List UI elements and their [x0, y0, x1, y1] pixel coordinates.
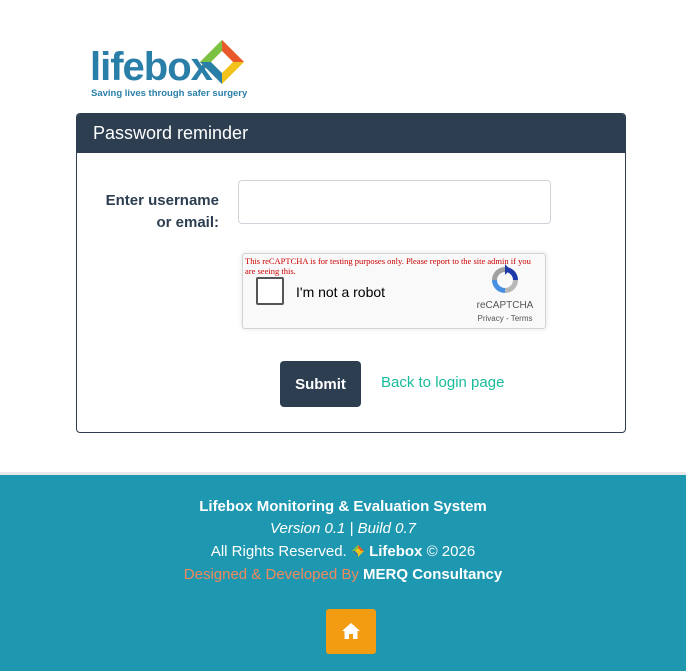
lifebox-logo[interactable]: lifebox Saving lives through safer surge…	[90, 38, 250, 100]
footer-rights: All Rights Reserved. Lifebox © 2026	[0, 542, 686, 562]
footer-credits: Designed & Developed By MERQ Consultancy	[0, 565, 686, 585]
lifebox-mini-logo-icon	[351, 545, 364, 557]
password-reminder-card: Password reminder Enter username or emai…	[76, 113, 626, 433]
username-email-input[interactable]	[238, 180, 551, 224]
page: lifebox Saving lives through safer surge…	[0, 0, 686, 671]
username-email-label: Enter username or email:	[105, 192, 219, 231]
recaptcha-widget: This reCAPTCHA is for testing purposes o…	[242, 253, 546, 329]
recaptcha-brand: reCAPTCHA	[476, 300, 534, 311]
recaptcha-logo-icon	[492, 264, 518, 293]
recaptcha-checkbox[interactable]	[256, 277, 284, 305]
back-to-login-link[interactable]: Back to login page	[381, 374, 504, 391]
footer-rights-brand: Lifebox	[369, 543, 423, 560]
logo-wordmark: lifebox	[90, 45, 213, 89]
footer-rights-prefix: All Rights Reserved.	[210, 543, 347, 560]
submit-button[interactable]: Submit	[280, 361, 361, 407]
footer-system-name: Lifebox Monitoring & Evaluation System	[199, 498, 487, 515]
logo-mark-icon	[200, 40, 244, 84]
footer-rights-suffix: © 2026	[426, 543, 476, 560]
footer-designer-link[interactable]: MERQ Consultancy	[363, 566, 502, 583]
footer-version: Version 0.1 | Build 0.7	[270, 520, 416, 537]
footer-designed-by: Designed & Developed By	[183, 566, 359, 583]
recaptcha-privacy-terms-links[interactable]: Privacy - Terms	[461, 314, 549, 323]
recaptcha-checkbox-label: I'm not a robot	[296, 284, 386, 300]
footer: Lifebox Monitoring & Evaluation System V…	[0, 472, 686, 671]
logo-tagline: Saving lives through safer surgery	[91, 88, 248, 99]
home-button[interactable]	[326, 609, 376, 654]
home-icon	[342, 623, 360, 639]
card-title: Password reminder	[77, 114, 625, 153]
